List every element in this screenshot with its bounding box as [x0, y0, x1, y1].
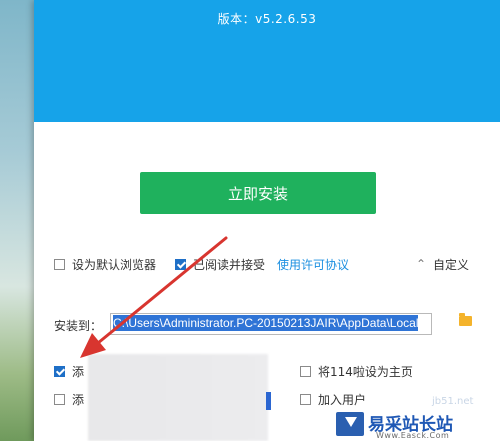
add-other-label: 添: [72, 393, 85, 407]
agree-terms-label: 已阅读并接受: [193, 258, 266, 272]
folder-icon[interactable]: [459, 313, 472, 326]
default-browser-checkbox[interactable]: [54, 259, 65, 270]
site-watermark: 易采站长站 Www.Easck.Com: [332, 408, 500, 441]
set-homepage-checkbox[interactable]: [300, 366, 311, 377]
install-path-value: C:\Users\Administrator.PC-20150213JAIR\A…: [113, 315, 419, 331]
blurred-region: [88, 354, 268, 441]
chevron-up-icon[interactable]: ⌃: [416, 257, 426, 271]
version-text: 版本：v5.2.6.53: [217, 12, 317, 26]
agree-terms-checkbox[interactable]: [175, 259, 186, 270]
installer-window: 版本：v5.2.6.53 立即安装 设为默认浏览器 已阅读并接受 使用许可协议 …: [34, 0, 500, 441]
join-program-label: 加入用户: [318, 393, 367, 407]
customize-button[interactable]: 自定义: [433, 256, 469, 273]
set-homepage-label: 将114啦设为主页: [318, 365, 413, 379]
add-other-checkbox[interactable]: [54, 394, 65, 405]
add-shortcut-checkbox[interactable]: [54, 366, 65, 377]
license-agreement-link[interactable]: 使用许可协议: [277, 256, 349, 273]
install-path-label: 安装到：: [54, 319, 103, 333]
partial-button-edge: [266, 392, 271, 410]
faint-watermark: jb51.net: [432, 396, 474, 407]
installer-header: 版本：v5.2.6.53: [34, 0, 500, 122]
add-shortcut-label: 添: [72, 365, 85, 379]
watermark-logo-icon: [336, 412, 364, 436]
watermark-url: Www.Easck.Com: [376, 431, 450, 440]
default-browser-label: 设为默认浏览器: [72, 258, 157, 272]
install-path-input[interactable]: C:\Users\Administrator.PC-20150213JAIR\A…: [110, 313, 432, 335]
install-now-button[interactable]: 立即安装: [140, 172, 376, 214]
join-program-checkbox[interactable]: [300, 394, 311, 405]
